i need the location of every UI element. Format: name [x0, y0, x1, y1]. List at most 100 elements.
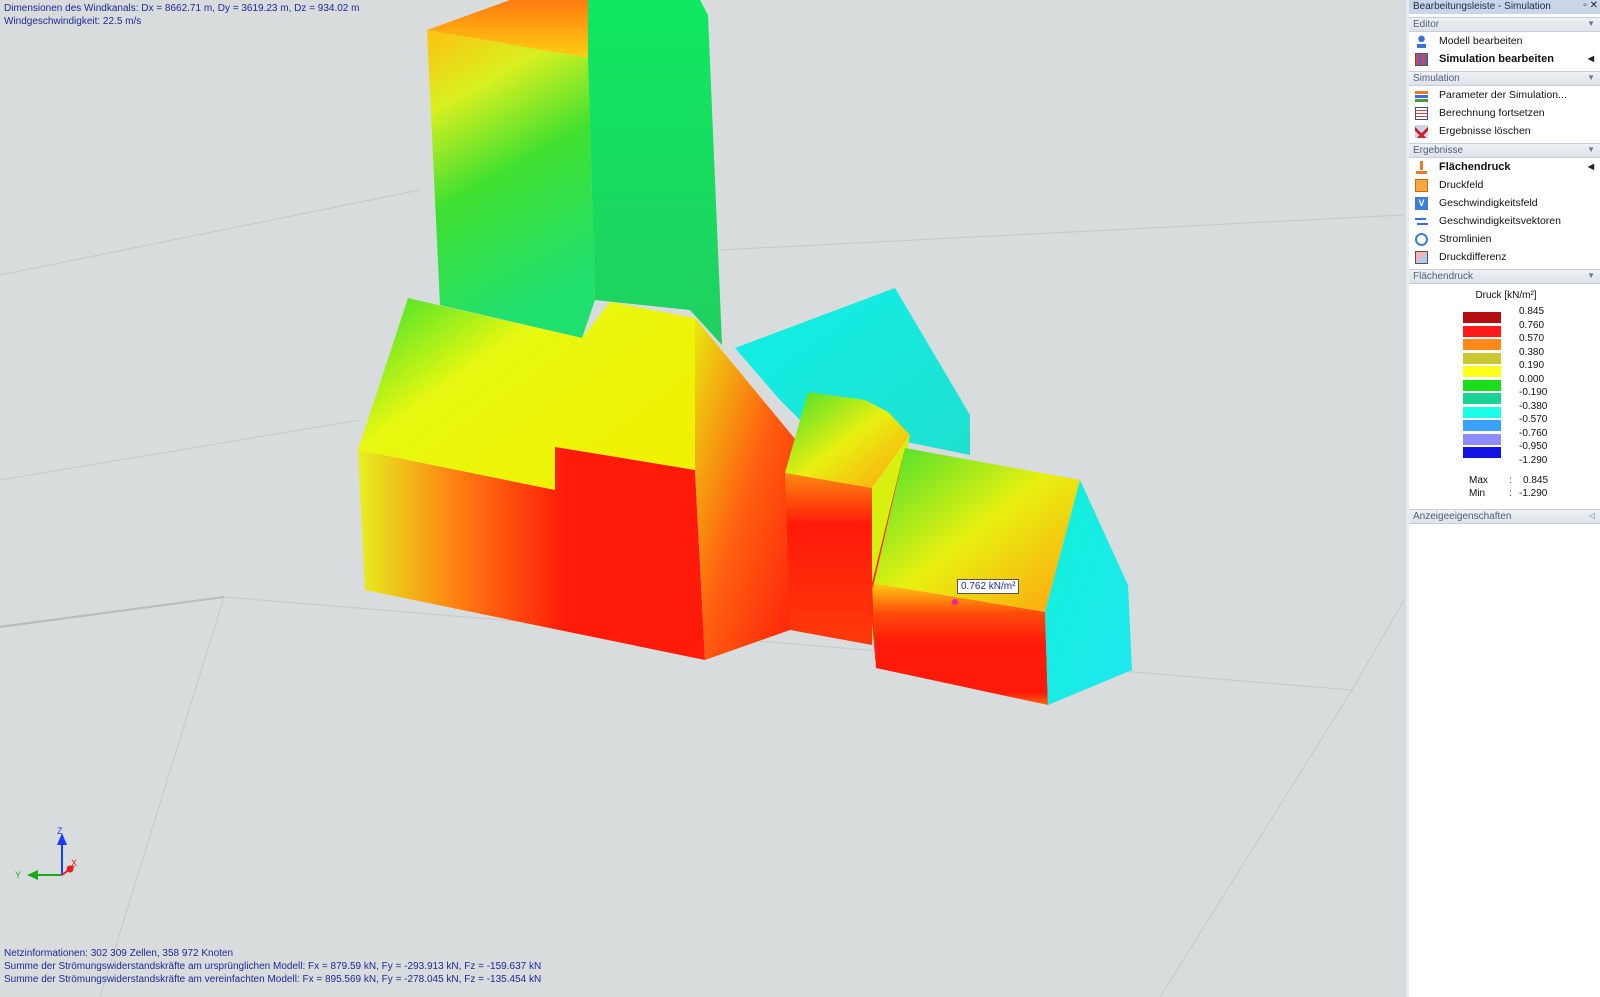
legend-swatch	[1463, 339, 1501, 350]
tunnel-info: Dimensionen des Windkanals: Dx = 8662.71…	[4, 2, 359, 28]
legend-swatch	[1463, 379, 1501, 391]
legend-value: -0.760	[1519, 427, 1548, 439]
results-info: Netzinformationen: 302 309 Zellen, 358 9…	[4, 947, 541, 986]
section-simulation-label: Simulation	[1413, 73, 1460, 84]
tower-left-face	[427, 30, 595, 338]
legend-swatch	[1463, 352, 1501, 364]
chevron-down-icon[interactable]: ▼	[1587, 19, 1595, 28]
menu-item-model-edit[interactable]: Modell bearbeiten	[1409, 32, 1600, 50]
panel-title: Bearbeitungsleiste - Simulation	[1413, 1, 1551, 12]
section-surface-pressure-header[interactable]: Flächendruck ▼	[1409, 269, 1600, 284]
menu-item-label: Simulation bearbeiten	[1439, 53, 1554, 65]
legend-swatch	[1463, 325, 1501, 337]
section-editor-header[interactable]: Editor ▼	[1409, 17, 1600, 32]
legend-max-value: 0.845	[1523, 475, 1549, 486]
3d-viewport[interactable]: Z Y X Dimensionen des Windkanals: Dx = 8…	[0, 0, 1404, 997]
tower-right-face	[588, 0, 722, 345]
legend-value: -0.380	[1519, 400, 1548, 412]
section-display-properties-header[interactable]: Anzeigeeigenschaften ◁	[1409, 509, 1600, 524]
continue-calc-icon	[1415, 106, 1428, 120]
section-surface-pressure-label: Flächendruck	[1413, 271, 1474, 282]
delete-results-icon	[1415, 124, 1428, 138]
axis-y-label: Y	[15, 870, 21, 880]
chevron-left-icon[interactable]: ◁	[1589, 511, 1595, 520]
legend-swatch	[1463, 433, 1501, 445]
menu-item-label: Druckdifferenz	[1439, 251, 1507, 263]
model-edit-icon	[1415, 34, 1428, 48]
section-results-header[interactable]: Ergebnisse ▼	[1409, 143, 1600, 158]
ground-edge	[0, 596, 225, 628]
mesh-info-text: Netzinformationen: 302 309 Zellen, 358 9…	[4, 948, 234, 959]
legend-min-sep: :	[1509, 488, 1512, 499]
wind-speed-text: Windgeschwindigkeit: 22.5 m/s	[4, 16, 142, 27]
section-simulation-header[interactable]: Simulation ▼	[1409, 71, 1600, 86]
menu-item-label: Geschwindigkeitsvektoren	[1439, 215, 1561, 227]
legend-swatch	[1463, 393, 1501, 404]
menu-item-label: Geschwindigkeitsfeld	[1439, 197, 1538, 209]
menu-item-velocity-vectors[interactable]: Geschwindigkeitsvektoren	[1409, 212, 1600, 230]
legend-value: 0.380	[1519, 346, 1545, 358]
legend-value: 0.190	[1519, 360, 1545, 371]
legend-min-label: Min	[1469, 488, 1486, 499]
legend-value: -0.950	[1519, 441, 1548, 452]
legend-max-sep: :	[1509, 475, 1512, 486]
axis-z-label: Z	[57, 826, 63, 836]
streamlines-icon	[1415, 232, 1428, 246]
connector-front	[785, 473, 872, 645]
building-model-render[interactable]: Z Y X	[0, 0, 1404, 997]
drag-original-text: Summe der Strömungswiderstandskräfte am …	[4, 961, 542, 972]
panel-window-controls[interactable]: ▫ ✕	[1583, 0, 1598, 11]
menu-item-pressure-field[interactable]: Druckfeld	[1409, 176, 1600, 194]
simulation-toolbar-panel: Bearbeitungsleiste - Simulation ▫ ✕ Edit…	[1406, 0, 1600, 997]
section-editor-label: Editor	[1413, 19, 1440, 30]
legend-value: -0.570	[1519, 414, 1548, 425]
chevron-down-icon[interactable]: ▼	[1587, 145, 1595, 154]
legend-min-value: -1.290	[1519, 488, 1548, 499]
pressure-difference-icon	[1415, 250, 1428, 264]
pressure-legend: Druck [kN/m²] 0.845 0.760 0.570 0.380 0.190 0…	[1409, 284, 1600, 506]
chevron-down-icon[interactable]: ▼	[1587, 271, 1595, 280]
menu-item-label: Flächendruck	[1439, 161, 1511, 173]
legend-value: -0.190	[1519, 387, 1548, 398]
legend-swatch	[1463, 420, 1501, 431]
legend-value: 0.845	[1519, 306, 1545, 317]
menu-item-continue-calculation[interactable]: Berechnung fortsetzen	[1409, 104, 1600, 122]
menu-item-label: Parameter der Simulation...	[1439, 89, 1567, 101]
active-indicator-icon: ◀	[1587, 162, 1594, 171]
velocity-field-icon: V	[1415, 196, 1428, 210]
menu-item-delete-results[interactable]: Ergebnisse löschen	[1409, 122, 1600, 140]
active-indicator-icon: ◀	[1587, 54, 1594, 63]
tunnel-dimensions-text: Dimensionen des Windkanals: Dx = 8662.71…	[4, 3, 360, 14]
legend-value: 0.000	[1519, 373, 1545, 385]
surface-pressure-icon	[1415, 160, 1428, 174]
legend-value: 0.760	[1519, 319, 1545, 331]
probe-point-marker[interactable]	[952, 599, 958, 605]
legend-swatch	[1463, 406, 1501, 418]
app-window: Z Y X Dimensionen des Windkanals: Dx = 8…	[0, 0, 1600, 997]
section-display-properties-label: Anzeigeeigenschaften	[1413, 511, 1512, 522]
legend-swatch	[1463, 447, 1501, 458]
legend-value: -1.290	[1519, 454, 1548, 466]
menu-item-velocity-field[interactable]: V Geschwindigkeitsfeld	[1409, 194, 1600, 212]
probe-value-tooltip: 0.762 kN/m²	[957, 579, 1020, 594]
chevron-down-icon[interactable]: ▼	[1587, 73, 1595, 82]
velocity-vectors-icon	[1415, 214, 1428, 228]
menu-item-streamlines[interactable]: Stromlinien	[1409, 230, 1600, 248]
menu-item-label: Modell bearbeiten	[1439, 35, 1523, 47]
legend-value: 0.570	[1519, 333, 1545, 344]
menu-item-label: Berechnung fortsetzen	[1439, 107, 1545, 119]
parameters-icon	[1415, 88, 1428, 102]
menu-item-label: Stromlinien	[1439, 233, 1492, 245]
legend-title: Druck [kN/m²]	[1475, 290, 1537, 301]
menu-item-simulation-parameters[interactable]: Parameter der Simulation...	[1409, 86, 1600, 104]
menu-item-pressure-difference[interactable]: Druckdifferenz	[1409, 248, 1600, 266]
pressure-field-icon	[1415, 178, 1428, 192]
drag-simplified-text: Summe der Strömungswiderstandskräfte am …	[4, 974, 542, 985]
legend-swatch	[1463, 312, 1501, 323]
menu-item-simulation-edit[interactable]: Simulation bearbeiten ◀	[1409, 50, 1600, 68]
menu-item-label: Ergebnisse löschen	[1439, 125, 1531, 137]
axis-x-label: X	[71, 858, 77, 868]
legend-max-label: Max	[1469, 475, 1488, 486]
legend-swatch	[1463, 366, 1501, 377]
menu-item-surface-pressure[interactable]: Flächendruck ◀	[1409, 158, 1600, 176]
